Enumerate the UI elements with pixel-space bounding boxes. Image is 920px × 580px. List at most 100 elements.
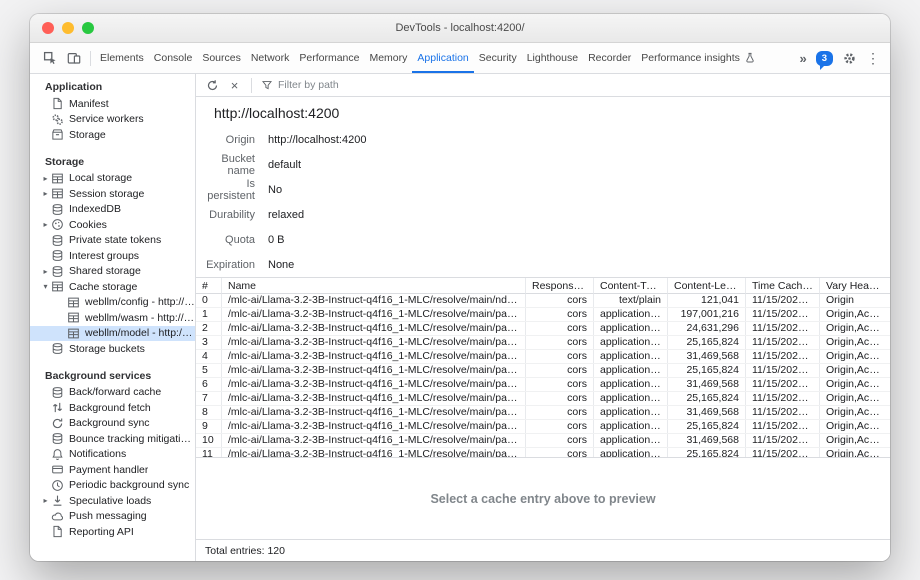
cell-vary-header: Origin,Access... [820,308,890,321]
sidebar-item-cookies[interactable]: ▸Cookies [30,217,195,233]
cell-vary-header: Origin,Access... [820,350,890,363]
device-toolbar-icon[interactable] [62,43,86,73]
zoom-window-button[interactable] [82,22,94,34]
sidebar-item-webllm-wasm-http-loca[interactable]: webllm/wasm - http://loca... [30,310,195,326]
sidebar-item-indexeddb[interactable]: IndexedDB [30,202,195,218]
tab-lighthouse[interactable]: Lighthouse [522,43,583,73]
tab-application[interactable]: Application [412,43,473,73]
tab-memory[interactable]: Memory [364,43,412,73]
sidebar-item-service-workers[interactable]: Service workers [30,112,195,128]
filter-by-path-input[interactable] [278,79,498,91]
cache-entry-row[interactable]: 4/mlc-ai/Llama-3.2-3B-Instruct-q4f16_1-M… [196,350,890,364]
sidebar-item-back-forward-cache[interactable]: Back/forward cache [30,385,195,401]
cache-entry-row[interactable]: 8/mlc-ai/Llama-3.2-3B-Instruct-q4f16_1-M… [196,406,890,420]
minimize-window-button[interactable] [62,22,74,34]
table-header-row: #NameResponse-TypeContent-TypeContent-Le… [196,278,890,294]
cell-response-type: cors [526,364,594,377]
inspect-element-icon[interactable] [38,43,62,73]
sidebar-item-shared-storage[interactable]: ▸ Shared storage [30,264,195,280]
sidebar-item-label: Storage [69,129,106,141]
toolbar-separator [251,78,252,93]
cache-entry-row[interactable]: 0/mlc-ai/Llama-3.2-3B-Instruct-q4f16_1-M… [196,294,890,308]
column-header-response-type[interactable]: Response-Type [526,278,594,294]
more-tabs-button[interactable]: » [799,51,806,66]
column-header-name[interactable]: Name [222,278,526,294]
sidebar-item-reporting-api[interactable]: Reporting API [30,524,195,540]
sidebar-item-cache-storage[interactable]: ▾Cache storage [30,279,195,295]
tab-label: Console [154,52,193,64]
close-window-button[interactable] [42,22,54,34]
sidebar-item-session-storage[interactable]: ▸Session storage [30,186,195,202]
cache-entry-row[interactable]: 11/mlc-ai/Llama-3.2-3B-Instruct-q4f16_1-… [196,448,890,457]
cell-response-type: cors [526,434,594,447]
cell-time-cached: 11/15/2024, 10... [746,336,820,349]
chevron-right-icon[interactable]: ▸ [40,496,51,505]
sidebar-item-periodic-background-sync[interactable]: Periodic background sync [30,478,195,494]
download-arrow-icon [51,494,64,507]
sidebar-item-manifest[interactable]: Manifest [30,96,195,112]
more-options-icon[interactable]: ⋮ [866,50,880,67]
cache-entry-row[interactable]: 1/mlc-ai/Llama-3.2-3B-Instruct-q4f16_1-M… [196,308,890,322]
messages-badge[interactable]: 3 [816,51,833,66]
sidebar-item-storage[interactable]: Storage [30,127,195,143]
column-header-content-length[interactable]: Content-Length [668,278,746,294]
chevron-down-icon[interactable]: ▾ [40,282,51,291]
cell-name: /mlc-ai/Llama-3.2-3B-Instruct-q4f16_1-ML… [222,364,526,377]
tab-recorder[interactable]: Recorder [583,43,636,73]
cell-vary-header: Origin,Access... [820,420,890,433]
sidebar-item-interest-groups[interactable]: Interest groups [30,248,195,264]
metadata-label: Is persistent [196,178,255,202]
sidebar-item-speculative-loads[interactable]: ▸Speculative loads [30,493,195,509]
cache-entry-row[interactable]: 3/mlc-ai/Llama-3.2-3B-Instruct-q4f16_1-M… [196,336,890,350]
cache-entry-row[interactable]: 9/mlc-ai/Llama-3.2-3B-Instruct-q4f16_1-M… [196,420,890,434]
tab-console[interactable]: Console [149,43,198,73]
cell-content-type: application/oc... [594,406,668,419]
chevron-right-icon[interactable]: ▸ [40,220,51,229]
cache-entry-row[interactable]: 10/mlc-ai/Llama-3.2-3B-Instruct-q4f16_1-… [196,434,890,448]
column-header-[interactable]: # [196,278,222,294]
sidebar-item-bounce-tracking-mitigations[interactable]: Bounce tracking mitigations [30,431,195,447]
tab-elements[interactable]: Elements [95,43,149,73]
refresh-icon[interactable] [203,76,222,95]
column-header-vary-header[interactable]: Vary Header [820,278,890,294]
sidebar-item-webllm-model-http-loc[interactable]: webllm/model - http://loc... [30,326,195,342]
sidebar-item-notifications[interactable]: Notifications [30,447,195,463]
chevron-right-icon[interactable]: ▸ [40,174,51,183]
database-icon [51,432,64,445]
cell-vary-header: Origin [820,294,890,307]
tab-performance-insights[interactable]: Performance insights [636,43,761,73]
sidebar-item-storage-buckets[interactable]: Storage buckets [30,341,195,357]
cell-response-type: cors [526,308,594,321]
cache-entry-row[interactable]: 2/mlc-ai/Llama-3.2-3B-Instruct-q4f16_1-M… [196,322,890,336]
storage-box-icon [51,128,64,141]
column-header-content-type[interactable]: Content-Type [594,278,668,294]
tab-network[interactable]: Network [246,43,295,73]
sidebar-item-background-sync[interactable]: Background sync [30,416,195,432]
chevron-right-icon[interactable]: ▸ [40,267,51,276]
cell-response-type: cors [526,336,594,349]
sidebar-item-background-fetch[interactable]: Background fetch [30,400,195,416]
service-workers-icon [51,113,64,126]
cookie-icon [51,218,64,231]
sidebar-item-push-messaging[interactable]: Push messaging [30,509,195,525]
tab-performance[interactable]: Performance [294,43,364,73]
cell-vary-header: Origin,Access... [820,364,890,377]
chevron-right-icon[interactable]: ▸ [40,189,51,198]
tab-security[interactable]: Security [474,43,522,73]
devtools-tabbar: ElementsConsoleSourcesNetworkPerformance… [30,43,890,74]
cache-entry-row[interactable]: 6/mlc-ai/Llama-3.2-3B-Instruct-q4f16_1-M… [196,378,890,392]
flask-icon [744,52,756,64]
sidebar-item-label: webllm/wasm - http://loca... [85,312,195,324]
sidebar-item-label: Shared storage [69,265,141,277]
cache-entry-row[interactable]: 5/mlc-ai/Llama-3.2-3B-Instruct-q4f16_1-M… [196,364,890,378]
sidebar-item-webllm-config-http-loc[interactable]: webllm/config - http://loc... [30,295,195,311]
column-header-time-cached[interactable]: Time Cached [746,278,820,294]
settings-gear-icon[interactable] [842,51,857,66]
cell-index: 10 [196,434,222,447]
sidebar-item-payment-handler[interactable]: Payment handler [30,462,195,478]
sidebar-item-local-storage[interactable]: ▸Local storage [30,171,195,187]
delete-selected-icon[interactable]: × [225,76,244,95]
cache-entry-row[interactable]: 7/mlc-ai/Llama-3.2-3B-Instruct-q4f16_1-M… [196,392,890,406]
tab-sources[interactable]: Sources [197,43,246,73]
sidebar-item-private-state-tokens[interactable]: Private state tokens [30,233,195,249]
